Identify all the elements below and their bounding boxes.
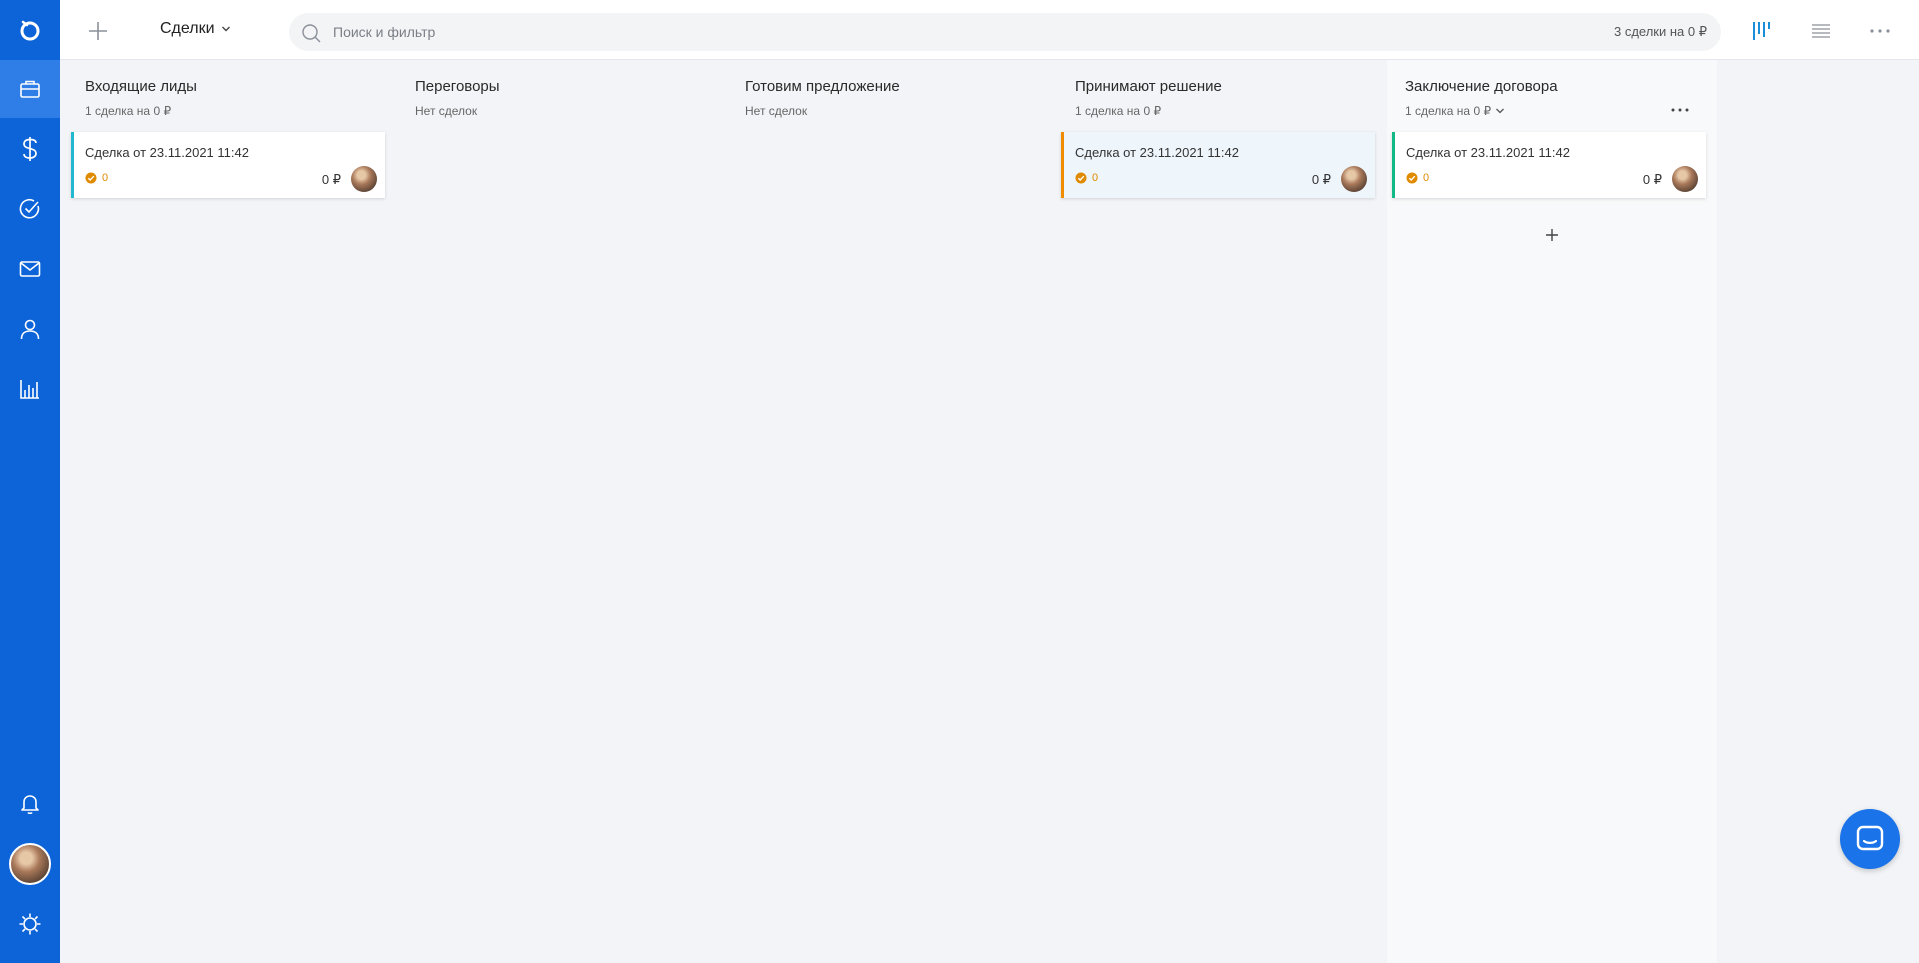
column-title: Принимают решение	[1075, 78, 1222, 95]
column-subtitle[interactable]: 1 сделка на 0 ₽	[1405, 104, 1505, 118]
avatar[interactable]	[9, 843, 51, 885]
chat-widget-button[interactable]	[1840, 809, 1900, 869]
deal-card[interactable]: Сделка от 23.11.2021 11:42 0 0 ₽	[71, 132, 385, 198]
kanban-view-button[interactable]	[1745, 17, 1777, 45]
envelope-icon	[19, 261, 41, 277]
section-dropdown[interactable]: Сделки	[160, 20, 231, 38]
deal-amount: 0 ₽	[1311, 172, 1331, 187]
search-bar[interactable]: 3 сделки на 0 ₽	[289, 13, 1721, 51]
kanban-icon	[1753, 22, 1770, 40]
deal-title: Сделка от 23.11.2021 11:42	[85, 145, 249, 160]
column-subtitle: Нет сделок	[415, 104, 478, 118]
top-bar: Сделки 3 сделки на 0 ₽	[60, 0, 1919, 60]
deal-title: Сделка от 23.11.2021 11:42	[1075, 145, 1239, 160]
column-preparing-proposal: Готовим предложение Нет сделок	[720, 60, 1050, 963]
check-badge-icon	[1406, 172, 1418, 184]
deal-amount: 0 ₽	[321, 172, 341, 187]
column-negotiations: Переговоры Нет сделок	[390, 60, 720, 963]
more-button[interactable]	[1864, 17, 1896, 45]
more-icon	[1870, 29, 1890, 33]
column-subtitle: 1 сделка на 0 ₽	[1075, 104, 1162, 118]
column-more-button[interactable]	[1667, 100, 1693, 120]
search-input[interactable]	[333, 13, 1333, 51]
sidebar-item-mail[interactable]	[0, 240, 60, 298]
briefcase-icon	[20, 80, 40, 98]
deal-tasks: 0	[1075, 172, 1098, 184]
deal-owner-avatar	[351, 166, 377, 192]
check-circle-icon	[19, 198, 40, 219]
column-title: Входящие лиды	[85, 78, 197, 95]
column-incoming-leads: Входящие лиды 1 сделка на 0 ₽ Сделка от …	[60, 60, 390, 963]
deal-tasks: 0	[1406, 172, 1429, 184]
add-deal-button[interactable]	[1537, 220, 1567, 250]
logo-icon[interactable]	[0, 1, 60, 59]
column-contract-signing: Заключение договора 1 сделка на 0 ₽ Сдел…	[1387, 60, 1717, 963]
dollar-icon	[23, 137, 37, 161]
sidebar-item-settings[interactable]	[0, 895, 60, 953]
more-icon	[1671, 108, 1689, 112]
chevron-down-icon	[221, 26, 230, 32]
search-icon	[302, 24, 321, 43]
bar-chart-icon	[20, 380, 39, 399]
column-subtitle: 1 сделка на 0 ₽	[85, 104, 172, 118]
column-title: Заключение договора	[1405, 78, 1558, 95]
check-badge-icon	[85, 172, 97, 184]
sidebar	[0, 0, 60, 963]
sidebar-item-tasks[interactable]	[0, 180, 60, 238]
person-icon	[20, 319, 40, 340]
add-button[interactable]	[84, 17, 112, 45]
plus-icon	[1546, 229, 1558, 241]
plus-icon	[89, 22, 107, 40]
deal-card[interactable]: Сделка от 23.11.2021 11:42 0 0 ₽	[1392, 132, 1706, 198]
sidebar-item-notifications[interactable]	[0, 775, 60, 833]
deals-summary: 3 сделки на 0 ₽	[1613, 24, 1707, 39]
deal-owner-avatar	[1341, 166, 1367, 192]
column-making-decision: Принимают решение 1 сделка на 0 ₽ Сделка…	[1050, 60, 1380, 963]
deal-title: Сделка от 23.11.2021 11:42	[1406, 145, 1570, 160]
check-badge-icon	[1075, 172, 1087, 184]
deal-card[interactable]: Сделка от 23.11.2021 11:42 0 0 ₽	[1061, 132, 1375, 198]
deal-tasks: 0	[85, 172, 108, 184]
column-subtitle: Нет сделок	[745, 104, 808, 118]
section-label: Сделки	[160, 20, 215, 37]
bell-icon	[21, 795, 39, 815]
chevron-down-icon	[1496, 108, 1505, 114]
chat-icon	[1856, 825, 1884, 851]
column-title: Переговоры	[415, 78, 500, 95]
column-title: Готовим предложение	[745, 78, 900, 95]
list-view-button[interactable]	[1805, 17, 1837, 45]
sidebar-item-reports[interactable]	[0, 360, 60, 418]
sidebar-item-finance[interactable]	[0, 120, 60, 178]
sidebar-item-contacts[interactable]	[0, 300, 60, 358]
list-icon	[1812, 24, 1830, 38]
sidebar-item-deals[interactable]	[0, 60, 60, 118]
gear-icon	[19, 913, 41, 935]
deal-owner-avatar	[1672, 166, 1698, 192]
deal-amount: 0 ₽	[1642, 172, 1662, 187]
